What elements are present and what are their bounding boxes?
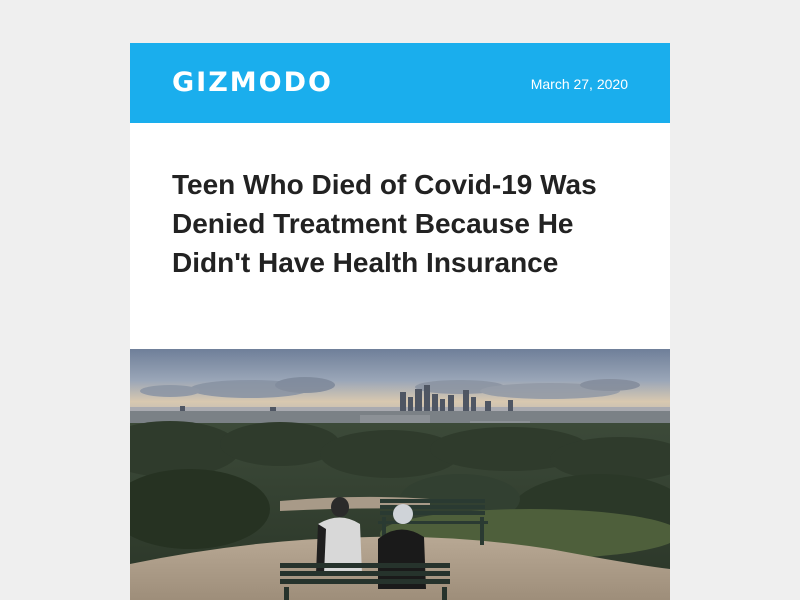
article-hero-image[interactable] [130,349,670,600]
city-overlook-photo [130,349,670,600]
headline-section: Teen Who Died of Covid-19 Was Denied Tre… [130,123,670,349]
publish-date: March 27, 2020 [530,76,628,92]
newsletter-header: GIZMODO March 27, 2020 [130,43,670,123]
email-card: GIZMODO March 27, 2020 Teen Who Died of … [130,43,670,600]
article-headline[interactable]: Teen Who Died of Covid-19 Was Denied Tre… [172,165,642,282]
gizmodo-logo[interactable]: GIZMODO [172,66,333,100]
